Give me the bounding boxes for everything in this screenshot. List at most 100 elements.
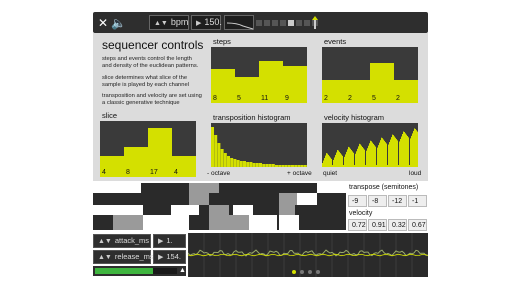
meter-pointer-icon: ▲ (179, 267, 186, 274)
velocity-hist-bar (380, 140, 381, 167)
pattern-cell[interactable] (171, 205, 199, 215)
transpose-value-1[interactable]: -9 (348, 195, 367, 207)
slice-multislider[interactable]: 4 8 17 4 (100, 121, 196, 177)
attack-label: attack_ms (114, 236, 150, 245)
bpm-label: bpm (170, 17, 189, 27)
velocity-hist-bar (362, 147, 363, 167)
velocity-hist-bar (404, 132, 405, 167)
pattern-cell[interactable] (93, 183, 141, 193)
velocity-hist-bar (379, 142, 380, 167)
velocity-hist-bar (410, 138, 411, 167)
pattern-cell[interactable] (209, 215, 249, 230)
step-cell (264, 20, 270, 26)
velocity-hist-bar (366, 150, 367, 167)
velocity-value-1[interactable]: 0.72 (348, 219, 367, 231)
velocity-hist-bar (346, 151, 347, 167)
velocity-hist-bar (416, 130, 417, 167)
velocity-hist-bar (332, 165, 333, 167)
pattern-cell[interactable] (93, 193, 189, 205)
velocity-hist-bar (330, 157, 331, 167)
level-meter[interactable]: ▲ (93, 266, 186, 276)
release-number[interactable]: ▶ 154. (153, 250, 186, 264)
tempo-curve-display[interactable] (224, 15, 254, 30)
pattern-cell[interactable] (143, 205, 171, 215)
events-bar-label: 5 (372, 95, 376, 102)
transpose-label: transpose (semitones) (349, 184, 419, 191)
pattern-cell[interactable] (143, 215, 189, 230)
velocity-hist-bar (371, 141, 372, 167)
page-dot[interactable] (308, 270, 312, 274)
bpm-number[interactable]: ▶ 150. (191, 15, 222, 30)
transposition-hist-bar (233, 159, 237, 167)
velocity-value-2[interactable]: 0.91 (368, 219, 387, 231)
speaker-icon[interactable]: 🔈 (111, 16, 126, 30)
transpose-value-3[interactable]: -12 (388, 195, 407, 207)
transposition-hist-bar (275, 165, 278, 167)
transposition-hist-bar (252, 163, 256, 167)
steps-multislider[interactable]: 8 5 11 9 (211, 47, 307, 103)
velocity-hist-bar (399, 141, 400, 167)
attack-value: 1. (166, 236, 173, 245)
pattern-cell[interactable] (209, 205, 229, 215)
transpose-value-2[interactable]: -8 (368, 195, 387, 207)
close-icon[interactable]: ✕ (96, 16, 110, 30)
page-dot[interactable] (292, 270, 296, 274)
velocity-hist-bar (337, 150, 338, 167)
velocity-hist-bar (375, 146, 376, 167)
pattern-cell[interactable] (93, 205, 143, 215)
velocity-hist-bar (358, 146, 359, 167)
slice-bar-label: 17 (150, 169, 158, 176)
transposition-hist-bar (268, 164, 272, 167)
euclidean-pattern-grid[interactable] (93, 183, 346, 230)
velocity-hist-bar (329, 156, 330, 167)
slice-bar-label: 4 (102, 169, 106, 176)
velocity-hist-bar (331, 158, 332, 167)
pattern-cell[interactable] (209, 193, 229, 205)
pattern-cell[interactable] (219, 183, 297, 193)
velocity-hist-bar (334, 157, 335, 167)
velocity-hist-bar (402, 134, 403, 167)
bpm-box: ▲▼ bpm (149, 15, 189, 30)
top-toolbar: ✕ 🔈 ▲▼ bpm ▶ 150. (93, 12, 428, 33)
step-cell (272, 20, 278, 26)
velocity-value-4[interactable]: 0.67 (408, 219, 427, 231)
events-bar-label: 2 (396, 95, 400, 102)
velocity-hist-bar (336, 152, 337, 167)
panel-title: sequencer controls (102, 38, 204, 52)
pattern-cell[interactable] (297, 193, 317, 205)
step-position-indicator (256, 15, 338, 30)
velocity-hist-bar (415, 128, 416, 167)
velocity-histogram[interactable] (322, 123, 418, 167)
page-dot[interactable] (316, 270, 320, 274)
transpose-value-4[interactable]: -1 (408, 195, 427, 207)
velocity-hist-bar (350, 148, 351, 167)
velocity-hist-bar (411, 135, 412, 167)
velocity-hist-bar (365, 165, 366, 167)
velocity-hist-bar (405, 133, 406, 167)
pattern-cell[interactable] (113, 215, 143, 230)
pattern-cell[interactable] (297, 183, 317, 193)
pattern-cell[interactable] (249, 215, 277, 230)
pattern-cell[interactable] (279, 205, 295, 215)
transposition-hist-bar (265, 164, 269, 167)
intro-paragraph-3: transposition and velocity are set using… (102, 93, 202, 106)
step-cell (296, 20, 302, 26)
velocity-hist-bar (378, 145, 379, 167)
page-dot[interactable] (300, 270, 304, 274)
events-multislider[interactable]: 2 2 5 2 (322, 47, 418, 103)
velocity-hist-bar (389, 142, 390, 167)
pattern-cell[interactable] (189, 183, 219, 193)
attack-number[interactable]: ▶ 1. (153, 234, 186, 248)
pattern-cell[interactable] (141, 183, 189, 193)
pattern-cell[interactable] (317, 183, 346, 193)
velocity-value-3[interactable]: 0.32 (388, 219, 407, 231)
transposition-histogram-label: transposition histogram (213, 113, 291, 122)
pattern-cell[interactable] (93, 215, 113, 230)
pattern-cell[interactable] (279, 215, 299, 230)
transposition-histogram[interactable] (211, 123, 307, 167)
pattern-cell[interactable] (233, 205, 253, 215)
velocity-hist-bar (417, 131, 418, 167)
velocity-hist-bar (372, 142, 373, 167)
pattern-cell[interactable] (189, 193, 209, 205)
pattern-cell[interactable] (189, 215, 209, 230)
